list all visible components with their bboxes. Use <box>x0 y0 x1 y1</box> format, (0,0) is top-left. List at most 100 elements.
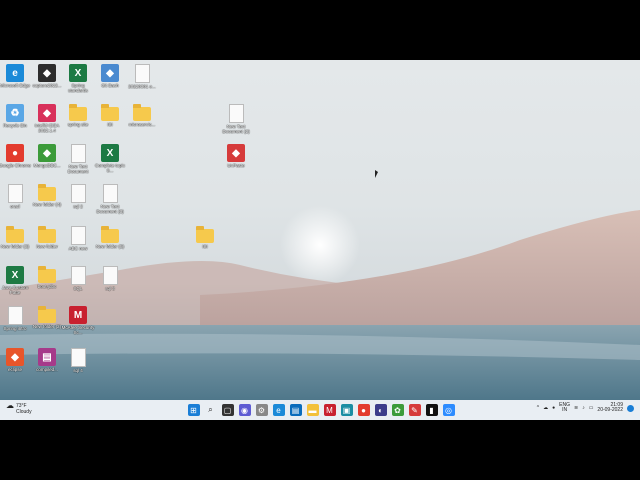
terminal-icon[interactable]: ▣ <box>340 404 353 416</box>
notification-icon[interactable] <box>627 404 634 412</box>
desktop-icon-label: ISI <box>107 122 113 127</box>
desktop-icon-label: compiled... <box>36 367 58 372</box>
paint-icon[interactable]: ✎ <box>408 404 421 416</box>
chat-icon[interactable]: ◉ <box>238 404 251 416</box>
desktop-icon-label: 20220301 e... <box>128 84 156 89</box>
desktop-icon[interactable]: M McAfee Security Sc... <box>62 306 94 335</box>
desktop-icon[interactable]: X Java Custom Patte <box>0 266 30 295</box>
app-icon: ◆ <box>227 144 245 162</box>
zoom-icon[interactable]: ◎ <box>442 404 455 416</box>
volume-icon[interactable]: ♪ <box>582 405 585 411</box>
edge-icon[interactable]: e <box>272 404 285 416</box>
desktop-icon-label: MongoDBC... <box>33 163 61 168</box>
clock[interactable]: 21:09 20-09-2022 <box>597 403 623 413</box>
mcafee-icon[interactable]: M <box>323 404 336 416</box>
desktop-icon-label: Spring intro <box>3 326 27 331</box>
text-file-icon <box>134 64 150 83</box>
desktop-icon-label: microservic... <box>128 122 156 127</box>
desktop-icon[interactable]: ◆ eclipse <box>0 348 30 372</box>
desktop-icon[interactable]: SQL <box>63 266 93 291</box>
desktop-icon[interactable]: 20220301 e... <box>127 64 157 89</box>
desktop-icon-label: sql 4 <box>73 368 83 373</box>
folder-icon <box>133 104 151 121</box>
battery-icon[interactable]: ▭ <box>589 405 594 411</box>
desktop-icon[interactable]: ◆ capture2022... <box>32 64 62 88</box>
desktop-icon[interactable]: e Microsoft Edge <box>0 64 30 88</box>
app-icon: ◆ <box>6 348 24 366</box>
tray-app-icon[interactable]: ● <box>552 405 555 411</box>
desktop-icon[interactable]: oracl <box>0 184 30 209</box>
folder-icon <box>69 104 87 121</box>
desktop-icon[interactable]: New folder (2) <box>32 306 62 329</box>
desktop-icon[interactable]: ◆ Git Bash <box>95 64 125 88</box>
desktop-icon[interactable]: ◆ IntelliJ IDEA 2022.1.4 <box>32 104 62 133</box>
taskbar-apps: ⊞ ⌕ ▢ ◉ ⚙ e ▤ ▬ M ▣ ● ◐ ✿ ✎ ▮ ◎ <box>185 404 457 416</box>
desktop-icon-label: Microsoft Edge <box>0 83 30 88</box>
app-icon: ◆ <box>38 64 56 82</box>
chrome-icon[interactable]: ● <box>357 404 370 416</box>
store-icon[interactable]: ▤ <box>289 404 302 416</box>
weather-widget[interactable]: ☁ 73°F Cloudy <box>6 401 32 416</box>
desktop-icon[interactable]: New Text Document <box>63 144 93 174</box>
desktop-icon[interactable]: X Spring standards <box>63 64 93 93</box>
desktop-icon-label: New folder (2) <box>32 324 62 329</box>
text-file-icon <box>7 184 23 203</box>
desktop-icon[interactable]: New folder (3) <box>0 226 30 249</box>
text-file-icon <box>70 184 86 203</box>
folder-icon <box>38 306 56 323</box>
spring-icon[interactable]: ✿ <box>391 404 404 416</box>
desktop-icon[interactable]: spring site <box>63 104 93 127</box>
desktop-icon[interactable]: ◆ MongoDBC... <box>32 144 62 168</box>
text-file-icon <box>70 266 86 285</box>
desktop-icon[interactable]: ◆ UnPaste <box>221 144 251 168</box>
cloud-icon: ☁ <box>6 401 14 410</box>
desktop-icon-label: New folder (4) <box>32 202 62 207</box>
desktop-icon[interactable]: microservic... <box>127 104 157 127</box>
language-indicator[interactable]: ENG IN <box>559 403 570 413</box>
desktop-icon-label: Google Chrome <box>0 163 31 168</box>
desktop-icon[interactable]: sql 4 <box>63 348 93 373</box>
desktop-icon[interactable]: New Text Document (2) <box>221 104 251 134</box>
command-prompt-icon[interactable]: ▮ <box>425 404 438 416</box>
folder-icon <box>101 226 119 243</box>
folder-icon <box>196 226 214 243</box>
desktop-icon[interactable]: New folder (4) <box>32 184 62 207</box>
desktop-icon[interactable]: X Complete topic S... <box>95 144 125 173</box>
desktop-icon[interactable]: Spring intro <box>0 306 30 331</box>
desktop-screen: e Microsoft Edge ♻ Recycle Bin ● Google Chrom… <box>0 60 640 420</box>
desktop-icon-label: Spring standards <box>68 83 88 93</box>
wifi-icon[interactable]: ≋ <box>574 405 578 411</box>
start-button-windows-icon[interactable]: ⊞ <box>187 404 200 416</box>
search-icon[interactable]: ⌕ <box>205 404 217 416</box>
desktop-icon-label: New folder <box>36 244 58 249</box>
app-icon: ◆ <box>38 104 56 122</box>
desktop-icon[interactable]: New folder <box>32 226 62 249</box>
desktop-icon[interactable]: sql 3 <box>95 266 125 291</box>
onedrive-icon[interactable]: ☁ <box>543 405 548 411</box>
desktop-icon[interactable]: ISI <box>95 104 125 127</box>
folder-icon <box>38 266 56 283</box>
folder-icon <box>38 226 56 243</box>
eclipse-icon[interactable]: ◐ <box>374 404 387 416</box>
desktop-icon[interactable]: New Text Document (3) <box>95 184 125 214</box>
desktop-icon[interactable]: ▤ compiled... <box>32 348 62 372</box>
desktop-icon[interactable]: New folder (5) <box>95 226 125 249</box>
desktop-icon[interactable]: boot-jdbc <box>32 266 62 289</box>
desktop-icon-label: SQL <box>73 286 83 291</box>
mcafee-icon: M <box>69 306 87 324</box>
excel-icon: X <box>6 266 24 284</box>
excel-icon: X <box>69 64 87 82</box>
task-view-icon[interactable]: ▢ <box>221 404 234 416</box>
file-explorer-icon[interactable]: ▬ <box>306 404 319 416</box>
desktop-icon-label: eclipse <box>7 367 22 372</box>
desktop-icon[interactable]: ● Google Chrome <box>0 144 31 168</box>
desktop-icon[interactable]: ♻ Recycle Bin <box>0 104 30 128</box>
desktop-icon[interactable]: ABC new <box>63 226 93 251</box>
chevron-up-icon[interactable]: ^ <box>537 405 539 411</box>
desktop-icon[interactable]: ISI <box>190 226 220 249</box>
desktop-icon[interactable]: sql 2 <box>63 184 93 209</box>
desktop-icon-label: Complete topic S... <box>94 163 125 173</box>
desktop-icon-label: Java Custom Patte <box>1 285 29 295</box>
settings-icon[interactable]: ⚙ <box>255 404 268 416</box>
folder-icon <box>101 104 119 121</box>
